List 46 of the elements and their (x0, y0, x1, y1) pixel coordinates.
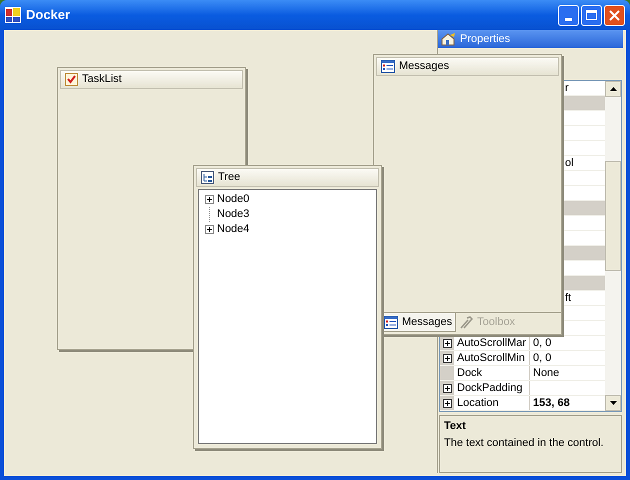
property-value: 0, 0 (532, 336, 552, 350)
close-button[interactable] (604, 4, 625, 26)
panel-title: Properties (460, 32, 510, 47)
property-value: r (565, 81, 569, 95)
expand-icon[interactable] (442, 384, 452, 392)
expand-icon[interactable] (442, 354, 452, 362)
property-value: ft (565, 291, 572, 305)
property-name: Dock (454, 366, 530, 380)
tree-view-icon (201, 171, 214, 184)
minimize-icon (565, 18, 572, 20)
minimize-button[interactable] (558, 4, 579, 26)
app-icon (5, 7, 21, 23)
expand-icon[interactable] (205, 225, 214, 234)
panel-title: Tree (218, 170, 240, 186)
list-window-icon (381, 60, 395, 73)
description-title: Text (444, 419, 467, 434)
maximize-button[interactable] (581, 4, 602, 26)
scroll-up-button[interactable] (605, 81, 621, 97)
tree-node[interactable]: Node0 (217, 191, 250, 208)
tree-node[interactable]: Node4 (217, 221, 250, 238)
expand-icon[interactable] (205, 195, 214, 204)
expand-icon[interactable] (442, 398, 452, 408)
up-arrow-icon (610, 87, 616, 91)
expand-icon[interactable] (442, 338, 452, 348)
list-window-icon (384, 316, 398, 328)
property-value: 0, 0 (532, 350, 552, 366)
panel-title: Messages (399, 59, 450, 74)
window-title: Docker (26, 6, 70, 24)
property-name: AutoScrollMin (454, 351, 530, 365)
vertical-scrollbar[interactable] (605, 81, 621, 411)
property-value: 153, 68 (532, 396, 570, 410)
maximize-icon (586, 10, 597, 20)
scroll-down-button[interactable] (605, 395, 621, 411)
close-icon (609, 10, 620, 20)
property-name: Location (454, 396, 530, 410)
checkbox-icon (65, 73, 78, 86)
panel-title: TaskList (82, 72, 122, 88)
property-name: DockPadding (454, 381, 530, 395)
property-value: ol (565, 156, 574, 170)
tree-node[interactable]: Node3 (217, 206, 250, 223)
property-value: None (532, 366, 560, 380)
down-arrow-icon (610, 401, 616, 405)
description-text: The text contained in the control. (444, 436, 605, 450)
scroll-thumb[interactable] (605, 161, 621, 271)
house-icon (441, 32, 456, 46)
hammer-wrench-icon (459, 316, 474, 329)
